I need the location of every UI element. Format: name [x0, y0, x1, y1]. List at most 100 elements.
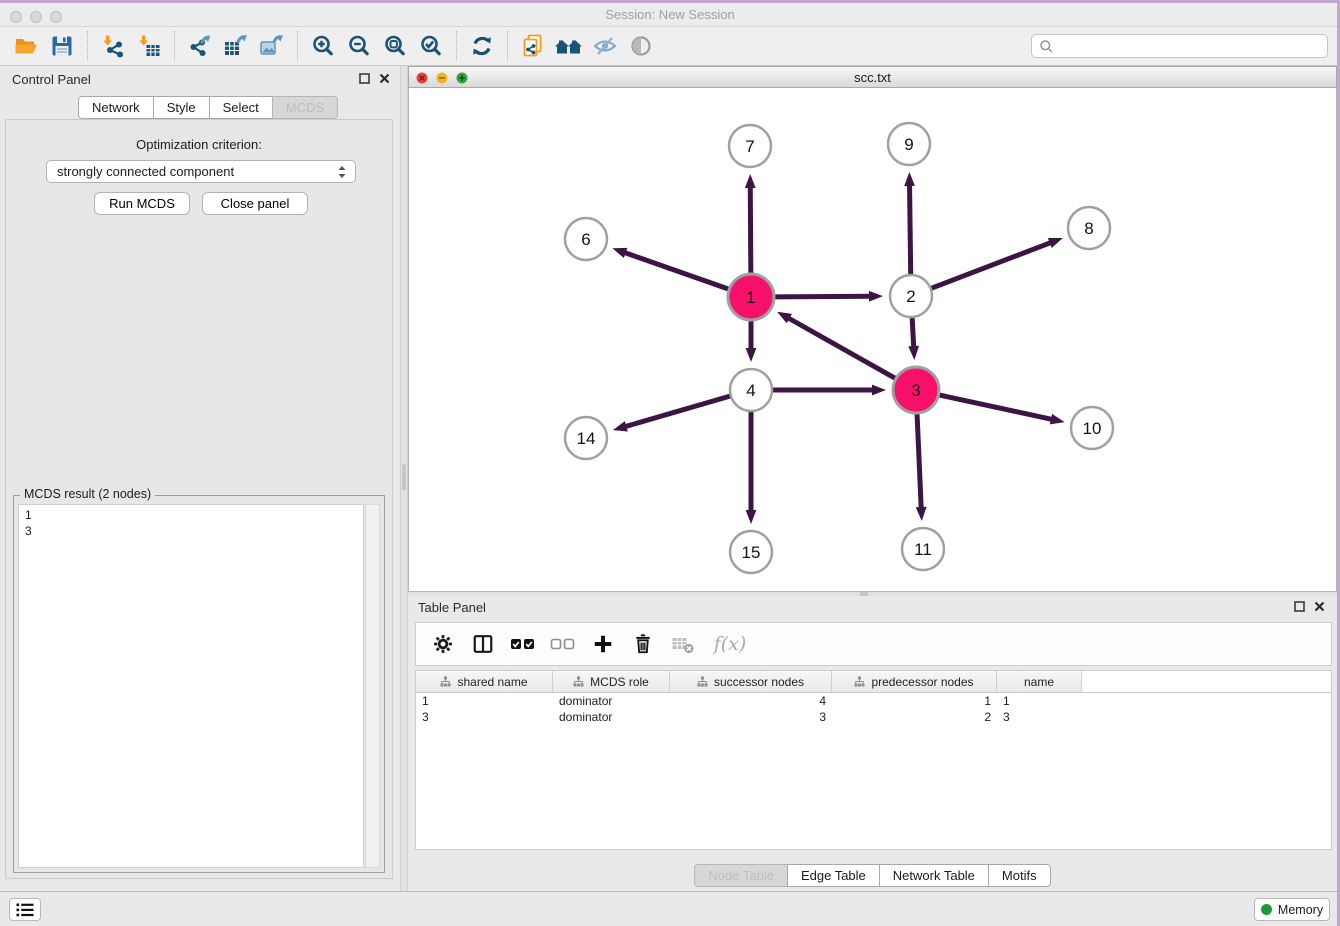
graph-edge-3-11[interactable] [917, 414, 921, 510]
graph-edge-3-10[interactable] [939, 395, 1053, 420]
tab-network[interactable]: Network [78, 96, 154, 119]
graph-node-14[interactable]: 14 [565, 417, 607, 459]
graph-node-1[interactable]: 1 [728, 274, 774, 320]
control-panel-header: Control Panel [0, 66, 400, 94]
graph-edge-4-14[interactable] [623, 396, 729, 427]
graph-edge-1-6[interactable] [623, 252, 729, 289]
column-header-predecessor-nodes[interactable]: predecessor nodes [832, 671, 997, 692]
delete-table-button[interactable] [670, 633, 696, 655]
open-folder-icon [13, 34, 39, 58]
graph-edge-2-9[interactable] [910, 183, 911, 274]
column-header-name[interactable]: name [997, 671, 1082, 692]
tab-edge-table[interactable]: Edge Table [787, 864, 880, 887]
add-column-button[interactable] [590, 633, 616, 655]
graph-node-7[interactable]: 7 [729, 125, 771, 167]
memory-button[interactable]: Memory [1254, 898, 1330, 921]
panel-splitter[interactable] [400, 66, 408, 891]
zoom-in-icon [311, 34, 335, 58]
mcds-result-title: MCDS result (2 nodes) [20, 487, 155, 501]
refresh-view-button[interactable] [464, 29, 500, 63]
graph-node-2[interactable]: 2 [890, 275, 932, 317]
graph-node-11[interactable]: 11 [902, 528, 944, 570]
export-network-icon [188, 34, 212, 58]
import-table-button[interactable] [131, 29, 167, 63]
graph-node-3[interactable]: 3 [893, 367, 939, 413]
network-window-titlebar[interactable]: scc.txt [408, 66, 1337, 88]
run-mcds-button[interactable]: Run MCDS [94, 192, 190, 215]
table-cell[interactable]: 1 [832, 693, 997, 709]
splitter-grip[interactable] [402, 464, 406, 490]
tab-motifs[interactable]: Motifs [988, 864, 1051, 887]
save-session-button[interactable] [44, 29, 80, 63]
zoom-fit-button[interactable] [377, 29, 413, 63]
table-cell[interactable]: 1 [416, 693, 553, 709]
task-history-button[interactable] [9, 898, 41, 921]
column-label: shared name [457, 675, 527, 689]
zoom-out-button[interactable] [341, 29, 377, 63]
import-network-button[interactable] [95, 29, 131, 63]
table-cell[interactable]: 2 [832, 709, 997, 725]
show-details-button[interactable] [623, 29, 659, 63]
table-cell[interactable]: 3 [670, 709, 832, 725]
mcds-result-list[interactable]: 1 3 [18, 504, 364, 868]
graph-node-15[interactable]: 15 [730, 531, 772, 573]
table-cell[interactable]: dominator [553, 709, 670, 725]
criterion-dropdown-value: strongly connected component [57, 164, 234, 179]
graph-node-10[interactable]: 10 [1071, 407, 1113, 449]
criterion-dropdown[interactable]: strongly connected component [46, 160, 356, 183]
network-canvas[interactable]: 1 2 3 4 6 7 8 9 10 11 14 15 [408, 88, 1337, 592]
node-table[interactable]: shared name MCDS role successor nodes prede… [415, 670, 1332, 850]
zoom-in-button[interactable] [305, 29, 341, 63]
tab-select[interactable]: Select [209, 96, 273, 119]
column-header-shared-name[interactable]: shared name [416, 671, 553, 692]
search-box[interactable] [1031, 34, 1328, 58]
table-cell[interactable]: 4 [670, 693, 832, 709]
float-panel-icon[interactable] [359, 73, 370, 84]
graph-node-9[interactable]: 9 [888, 123, 930, 165]
result-scrollbar[interactable] [365, 504, 380, 868]
graph-node-8[interactable]: 8 [1068, 207, 1110, 249]
home-button[interactable] [551, 29, 587, 63]
open-network-in-window-button[interactable] [515, 29, 551, 63]
select-all-button[interactable] [510, 634, 536, 654]
table-cell[interactable]: 1 [997, 693, 1082, 709]
open-session-button[interactable] [8, 29, 44, 63]
zoom-selected-button[interactable] [413, 29, 449, 63]
graph-node-4[interactable]: 4 [730, 369, 772, 411]
graph-edge-2-3[interactable] [912, 318, 914, 349]
delete-column-button[interactable] [630, 633, 656, 655]
close-panel-icon[interactable] [379, 73, 390, 84]
graph-edge-1-2[interactable] [775, 296, 872, 297]
close-panel-button[interactable]: Close panel [202, 192, 308, 215]
tab-style[interactable]: Style [153, 96, 210, 119]
graph-edge-1-7[interactable] [750, 185, 751, 273]
column-header-successor-nodes[interactable]: successor nodes [670, 671, 832, 692]
deselect-all-button[interactable] [550, 634, 576, 654]
export-network-button[interactable] [182, 29, 218, 63]
hide-details-button[interactable] [587, 29, 623, 63]
table-cell[interactable]: 3 [416, 709, 553, 725]
graph-edge-2-8[interactable] [932, 242, 1053, 288]
float-panel-icon[interactable] [1294, 601, 1305, 612]
table-row[interactable]: 1dominator411 [416, 693, 1331, 709]
graph-edge-3-1[interactable] [787, 317, 895, 378]
tab-node-table[interactable]: Node Table [694, 864, 788, 887]
export-image-button[interactable] [254, 29, 290, 63]
tab-mcds[interactable]: MCDS [272, 96, 338, 119]
table-cell[interactable]: dominator [553, 693, 670, 709]
close-panel-icon[interactable] [1314, 601, 1325, 612]
table-cell[interactable]: 3 [997, 709, 1082, 725]
table-settings-button[interactable] [430, 633, 456, 655]
column-header-MCDS-role[interactable]: MCDS role [553, 671, 670, 692]
save-icon [50, 34, 74, 58]
export-table-button[interactable] [218, 29, 254, 63]
column-label: successor nodes [714, 675, 804, 689]
table-row[interactable]: 3dominator323 [416, 709, 1331, 725]
graph-node-6[interactable]: 6 [565, 218, 607, 260]
tab-network-table[interactable]: Network Table [879, 864, 989, 887]
split-view-button[interactable] [470, 633, 496, 655]
function-builder-button[interactable]: f(x) [710, 633, 750, 655]
split-panel-icon [472, 633, 494, 655]
search-input[interactable] [1054, 38, 1327, 54]
column-label: MCDS role [590, 675, 649, 689]
